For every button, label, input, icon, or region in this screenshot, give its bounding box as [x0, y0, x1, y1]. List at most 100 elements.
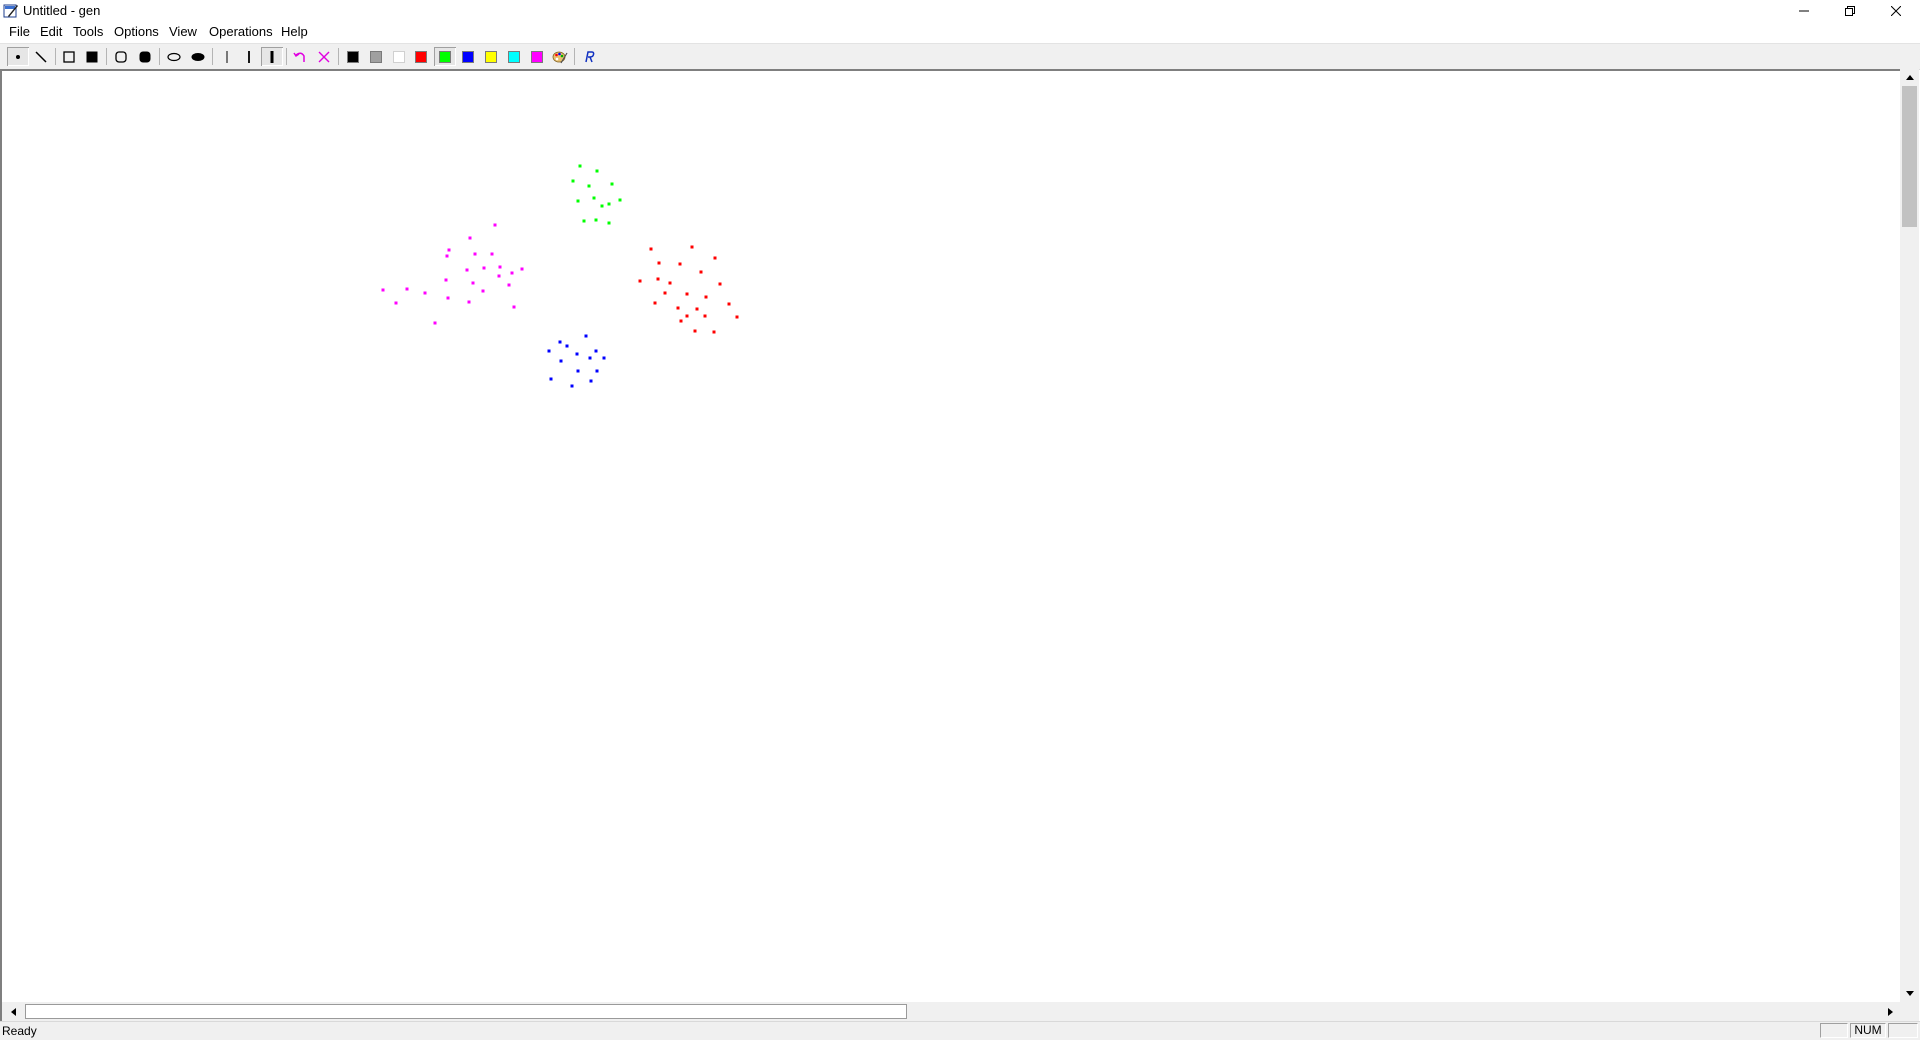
scroll-right-arrow[interactable] [1882, 1003, 1899, 1020]
color-green-button[interactable] [434, 47, 456, 66]
color-swatch [531, 50, 543, 63]
ellipse-tool-button[interactable] [163, 47, 185, 66]
canvas-point [510, 271, 514, 275]
canvas-point [512, 305, 516, 309]
scroll-down-arrow[interactable] [1901, 985, 1918, 1002]
color-swatch [485, 50, 497, 63]
color-cyan-button[interactable] [503, 47, 525, 66]
canvas-point [490, 252, 494, 256]
menu-view[interactable]: View [168, 24, 198, 40]
drawing-canvas[interactable] [0, 69, 1919, 1021]
status-text: Ready [2, 1024, 37, 1038]
clear-button[interactable] [313, 47, 335, 66]
canvas-point [600, 204, 604, 208]
canvas-point [713, 256, 717, 260]
line-icon [35, 50, 47, 63]
app-icon[interactable] [3, 3, 19, 19]
canvas-point [570, 384, 574, 388]
canvas-point [482, 266, 486, 270]
clear-icon [318, 51, 330, 62]
canvas-point [497, 274, 501, 278]
vertical-scrollbar[interactable] [1900, 69, 1919, 1002]
render-button[interactable] [578, 47, 600, 66]
canvas-point [507, 283, 511, 287]
canvas-point [685, 314, 689, 318]
filled-rectangle-tool-button[interactable] [81, 47, 103, 66]
window-title: Untitled - gen [23, 3, 101, 18]
status-pane-scroll [1888, 1023, 1918, 1038]
minimize-icon [1799, 10, 1809, 12]
color-swatch [439, 50, 451, 63]
color-swatch [415, 50, 427, 63]
close-button[interactable] [1873, 0, 1919, 22]
canvas-points [381, 164, 739, 388]
filled-rounded-rectangle-icon [139, 51, 151, 62]
rounded-rectangle-tool-button[interactable] [110, 47, 132, 66]
scroll-up-arrow[interactable] [1901, 69, 1918, 86]
thin-line-width-button[interactable] [216, 47, 238, 66]
canvas-point [394, 301, 398, 305]
custom-color-icon [552, 51, 568, 63]
canvas-point [576, 369, 580, 373]
canvas-point [558, 340, 562, 344]
color-swatch [393, 50, 405, 63]
canvas-point [678, 262, 682, 266]
custom-color-button[interactable] [549, 47, 571, 66]
menu-tools[interactable]: Tools [72, 24, 104, 40]
minimize-button[interactable] [1781, 0, 1827, 22]
horizontal-scrollbar[interactable] [2, 1002, 1900, 1021]
arrow-right-icon [1888, 1007, 1893, 1016]
canvas-point [444, 278, 448, 282]
canvas-point [405, 287, 409, 291]
color-black-button[interactable] [342, 47, 364, 66]
restore-button[interactable] [1827, 0, 1873, 22]
toolbar-separator [212, 48, 213, 65]
canvas-point [588, 356, 592, 360]
color-blue-button[interactable] [457, 47, 479, 66]
color-yellow-button[interactable] [480, 47, 502, 66]
canvas-point [595, 169, 599, 173]
toolbar-separator [338, 48, 339, 65]
canvas-point [676, 306, 680, 310]
arrow-up-icon [1905, 75, 1914, 80]
arrow-left-icon [11, 1007, 16, 1016]
color-magenta-button[interactable] [526, 47, 548, 66]
menu-operations[interactable]: Operations [208, 24, 274, 40]
scrollbar-corner [1900, 1002, 1919, 1021]
line-tool-button[interactable] [30, 47, 52, 66]
menu-file[interactable]: File [8, 24, 31, 40]
canvas-point [602, 356, 606, 360]
point-tool-button[interactable] [7, 47, 29, 66]
vertical-scroll-thumb[interactable] [1902, 86, 1917, 227]
medium-width-icon [248, 50, 250, 63]
canvas-point [468, 236, 472, 240]
rectangle-tool-button[interactable] [58, 47, 80, 66]
menu-edit[interactable]: Edit [39, 24, 63, 40]
color-red-button[interactable] [410, 47, 432, 66]
medium-line-width-button[interactable] [238, 47, 260, 66]
filled-ellipse-tool-button[interactable] [187, 47, 209, 66]
menu-help[interactable]: Help [280, 24, 309, 40]
color-gray-button[interactable] [365, 47, 387, 66]
canvas-point [703, 314, 707, 318]
scroll-left-arrow[interactable] [5, 1003, 22, 1020]
canvas-point [584, 334, 588, 338]
canvas-point [668, 281, 672, 285]
canvas-point [679, 319, 683, 323]
color-white-button[interactable] [388, 47, 410, 66]
menu-options[interactable]: Options [113, 24, 160, 40]
canvas-point [607, 202, 611, 206]
filled-rectangle-icon [86, 51, 98, 62]
arrow-down-icon [1905, 991, 1914, 996]
canvas-point [704, 295, 708, 299]
canvas-point [618, 198, 622, 202]
canvas-point [473, 252, 477, 256]
toolbar-separator [106, 48, 107, 65]
horizontal-scroll-thumb[interactable] [25, 1004, 907, 1019]
canvas-point [575, 352, 579, 356]
undo-button[interactable] [289, 47, 311, 66]
canvas-point [467, 300, 471, 304]
thick-line-width-button[interactable] [261, 47, 283, 66]
filled-rounded-rectangle-tool-button[interactable] [134, 47, 156, 66]
canvas-point [559, 359, 563, 363]
